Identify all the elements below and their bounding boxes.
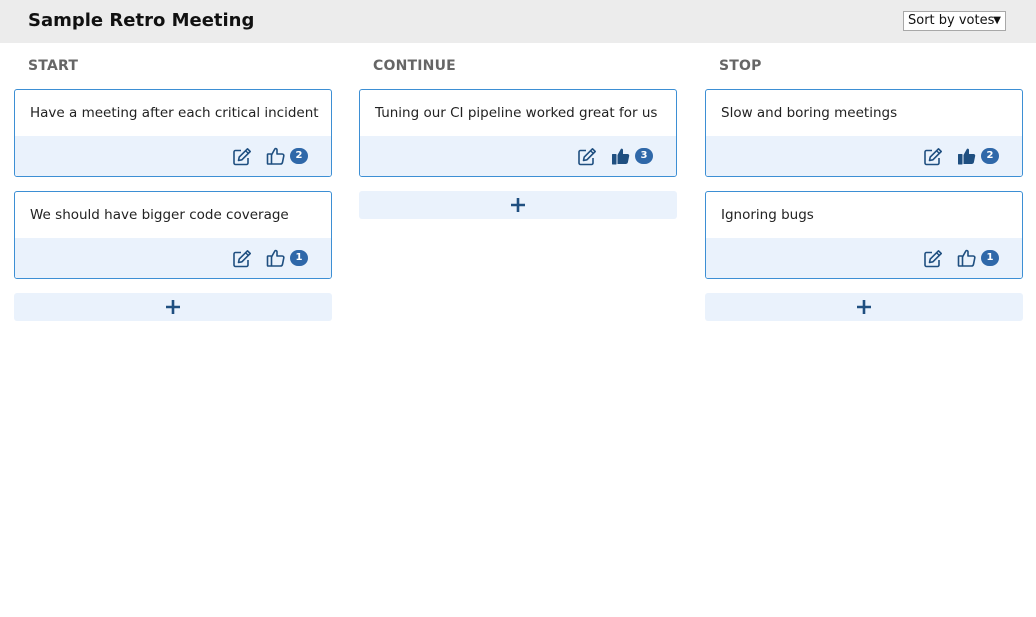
card-footer: 3 (360, 136, 676, 176)
retro-card: Have a meeting after each critical incid… (14, 89, 332, 177)
edit-icon[interactable] (577, 147, 597, 167)
card-text: We should have bigger code coverage (30, 207, 289, 223)
card-text: Tuning our CI pipeline worked great for … (375, 105, 658, 121)
column-title: START (28, 58, 79, 74)
vote-count-badge: 1 (981, 250, 999, 266)
vote-count-badge: 1 (290, 250, 308, 266)
retro-card: Slow and boring meetings 2 (705, 89, 1023, 177)
card-text: Slow and boring meetings (721, 105, 898, 121)
card-footer: 2 (15, 136, 331, 176)
add-card-button[interactable] (359, 191, 677, 219)
plus-icon (511, 198, 525, 212)
column-title: STOP (719, 58, 762, 74)
vote-count-badge: 2 (981, 148, 999, 164)
edit-icon[interactable] (232, 147, 252, 167)
thumbs-up-filled-icon[interactable] (957, 146, 977, 166)
card-footer: 1 (15, 238, 331, 278)
add-card-button[interactable] (14, 293, 332, 321)
plus-icon (166, 300, 180, 314)
thumbs-up-outline-icon[interactable] (266, 248, 286, 268)
retro-card: Ignoring bugs 1 (705, 191, 1023, 279)
page-title: Sample Retro Meeting (28, 10, 255, 31)
column-continue: CONTINUE Tuning our CI pipeline worked g… (359, 43, 677, 219)
add-card-button[interactable] (705, 293, 1023, 321)
sort-select[interactable]: Sort by votes ▼ (903, 11, 1006, 31)
column-start: START Have a meeting after each critical… (14, 43, 332, 321)
card-text: Ignoring bugs (721, 207, 814, 223)
thumbs-up-outline-icon[interactable] (266, 146, 286, 166)
edit-icon[interactable] (232, 249, 252, 269)
caret-down-icon: ▼ (993, 15, 1001, 26)
retro-card: Tuning our CI pipeline worked great for … (359, 89, 677, 177)
column-stop: STOP Slow and boring meetings 2 Ignoring… (705, 43, 1023, 321)
plus-icon (857, 300, 871, 314)
edit-icon[interactable] (923, 147, 943, 167)
edit-icon[interactable] (923, 249, 943, 269)
thumbs-up-outline-icon[interactable] (957, 248, 977, 268)
vote-count-badge: 3 (635, 148, 653, 164)
sort-select-value: Sort by votes (908, 13, 995, 28)
card-text: Have a meeting after each critical incid… (30, 105, 319, 121)
card-footer: 2 (706, 136, 1022, 176)
retro-card: We should have bigger code coverage 1 (14, 191, 332, 279)
column-title: CONTINUE (373, 58, 456, 74)
card-footer: 1 (706, 238, 1022, 278)
header-bar: Sample Retro Meeting Sort by votes ▼ (0, 0, 1036, 43)
vote-count-badge: 2 (290, 148, 308, 164)
thumbs-up-filled-icon[interactable] (611, 146, 631, 166)
